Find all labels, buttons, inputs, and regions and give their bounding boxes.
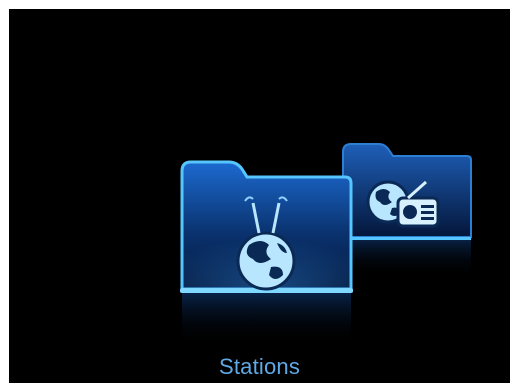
selected-item-caption: Stations — [218, 354, 301, 379]
stations-folder[interactable] — [177, 157, 355, 347]
menu-screen: Stations — [9, 9, 510, 383]
globe-antenna-icon — [236, 196, 296, 291]
globe-radio-icon — [366, 180, 440, 228]
radio-folder[interactable] — [339, 142, 474, 277]
